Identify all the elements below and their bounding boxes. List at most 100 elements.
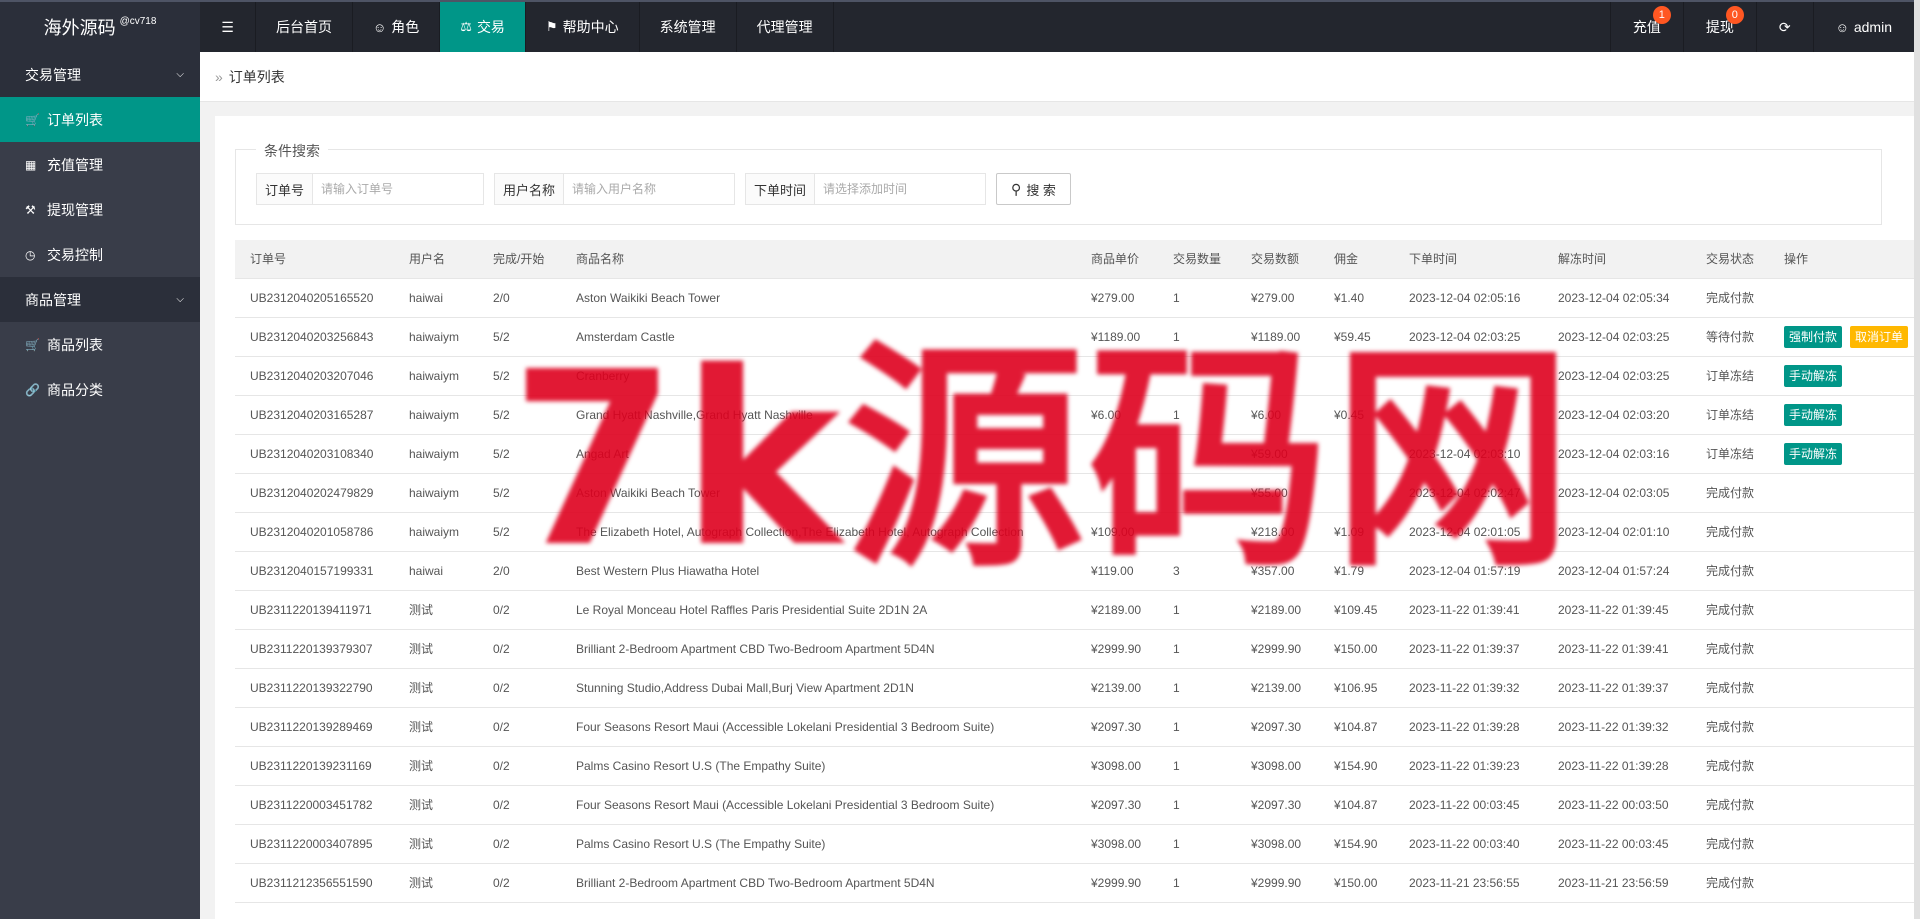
- table-cell: 1: [1158, 629, 1236, 669]
- search-legend: 条件搜索: [256, 141, 328, 161]
- table-row[interactable]: UB2312040157199331 haiwai 2/0 Best Western …: [235, 551, 1920, 591]
- manual-unfreeze-button[interactable]: 手动解冻: [1784, 364, 1843, 387]
- table-cell: ¥1.79: [1319, 551, 1394, 591]
- logo[interactable]: 海外源码 @cv718: [0, 2, 200, 52]
- nav-item-agent[interactable]: 代理管理: [737, 2, 834, 52]
- table-cell: 完成付款: [1691, 707, 1769, 747]
- sidebar-item-withdraw[interactable]: ⚒ 提现管理: [0, 187, 200, 232]
- sidebar-group-label: 商品管理: [25, 291, 81, 308]
- table-cell: 2023-11-22 01:39:41: [1543, 629, 1691, 669]
- table-cell: [1319, 473, 1394, 513]
- force-pay-button[interactable]: 强制付款: [1784, 325, 1843, 348]
- order-time-input[interactable]: [815, 174, 986, 204]
- table-row[interactable]: UB2311220139322790 测试 0/2 Stunning Studio,A…: [235, 668, 1920, 708]
- sidebar-toggle-button[interactable]: ☰: [200, 2, 256, 52]
- nav-item-role[interactable]: ☺ 角色: [353, 2, 441, 52]
- cancel-order-button[interactable]: 取消订单: [1850, 325, 1909, 348]
- table-row[interactable]: UB2312040203207046 haiwaiym 5/2 Cranberry 20…: [235, 356, 1920, 396]
- sidebar-group-goods[interactable]: 商品管理 ⌵: [0, 277, 200, 322]
- table-cell: 2023-11-22 00:03:45: [1394, 785, 1543, 825]
- table-cell: 0/2: [478, 629, 561, 669]
- table-cell: ¥0.45: [1319, 395, 1394, 435]
- table-cell: 0/2: [478, 707, 561, 747]
- table-row[interactable]: UB2311212356551590 测试 0/2 Brilliant 2-Bedro…: [235, 863, 1920, 903]
- top-nav-right: 充值 1 提现 0 ⟳ ☺ admin: [1609, 2, 1920, 52]
- table-row[interactable]: UB2312040205165520 haiwai 2/0 Aston Waikiki…: [235, 278, 1920, 318]
- table-cell: UB2312040203165287: [235, 395, 394, 435]
- table-cell: UB2311212356551590: [235, 863, 394, 903]
- table-row[interactable]: UB2311220003407895 测试 0/2 Palms Casino Reso…: [235, 824, 1920, 864]
- table-cell: 2023-11-22 01:39:41: [1394, 590, 1543, 630]
- user-menu[interactable]: ☺ admin: [1812, 2, 1920, 52]
- table-row[interactable]: UB2311220139289469 测试 0/2 Four Seasons Reso…: [235, 707, 1920, 747]
- sidebar-item-label: 商品分类: [47, 381, 103, 398]
- table-cell: 2023-12-04 02:03:05: [1543, 473, 1691, 513]
- nav-item-trade[interactable]: ⚖ 交易: [440, 2, 526, 52]
- table-cell: 测试: [394, 590, 478, 630]
- table-row[interactable]: UB2311220139379307 测试 0/2 Brilliant 2-Bedro…: [235, 629, 1920, 669]
- table-cell: ¥218.00: [1236, 512, 1319, 552]
- table-cell: UB2311220139231169: [235, 746, 394, 786]
- row-actions: 手动解冻: [1769, 356, 1920, 396]
- nav-item-help[interactable]: ⚑ 帮助中心: [526, 2, 640, 52]
- table-cell: ¥104.87: [1319, 785, 1394, 825]
- table-cell: UB2312040202479829: [235, 473, 394, 513]
- manual-unfreeze-button[interactable]: 手动解冻: [1784, 403, 1843, 426]
- table-cell: [1076, 473, 1158, 513]
- table-cell: ¥59.00: [1236, 434, 1319, 474]
- table-cell: 1: [1158, 590, 1236, 630]
- sidebar-item-order-list[interactable]: 🛒 订单列表: [0, 97, 200, 142]
- table-row[interactable]: UB2311220139411971 测试 0/2 Le Royal Monceau …: [235, 590, 1920, 630]
- table-cell: ¥1.40: [1319, 278, 1394, 318]
- table-cell: 1: [1158, 395, 1236, 435]
- sidebar-item-trade-control[interactable]: ◷ 交易控制: [0, 232, 200, 277]
- table-cell: 订单冻结: [1691, 395, 1769, 435]
- logo-sup: @cv718: [119, 15, 157, 27]
- sidebar-group-trade[interactable]: 交易管理 ⌵: [0, 52, 200, 97]
- sidebar-item-goods-list[interactable]: 🛒 商品列表: [0, 322, 200, 367]
- table-row[interactable]: UB2312040202479829 haiwaiym 5/2 Aston Waiki…: [235, 473, 1920, 513]
- table-row[interactable]: UB2311220003451782 测试 0/2 Four Seasons Reso…: [235, 785, 1920, 825]
- link-icon: 🔗: [25, 382, 40, 397]
- table-cell: 5/2: [478, 317, 561, 357]
- nav-item-label: 代理管理: [756, 19, 813, 35]
- table-cell: 完成付款: [1691, 629, 1769, 669]
- nav-item-system[interactable]: 系统管理: [640, 2, 737, 52]
- table-cell: ¥109.00: [1076, 512, 1158, 552]
- table-cell: haiwai: [394, 551, 478, 591]
- sidebar-item-recharge[interactable]: ▦ 充值管理: [0, 142, 200, 187]
- table-cell: 1: [1158, 785, 1236, 825]
- sidebar-item-goods-category[interactable]: 🔗 商品分类: [0, 367, 200, 412]
- table-cell: 0/2: [478, 668, 561, 708]
- table-row[interactable]: UB2312040201058786 haiwaiym 5/2 The Elizabe…: [235, 512, 1920, 552]
- table-row[interactable]: UB2312040203165287 haiwaiym 5/2 Grand Hyatt…: [235, 395, 1920, 435]
- refresh-button[interactable]: ⟳: [1755, 2, 1813, 52]
- table-cell: 2/0: [478, 278, 561, 318]
- table-cell: 2023-11-22 00:03:50: [1543, 785, 1691, 825]
- table-cell: UB2311220139289469: [235, 707, 394, 747]
- table-cell: Stunning Studio,Address Dubai Mall,Burj …: [561, 668, 1076, 708]
- table-cell: Le Royal Monceau Hotel Raffles Paris Pre…: [561, 590, 1076, 630]
- nav-item-label: 后台首页: [276, 19, 332, 35]
- table-row[interactable]: UB2312040203256843 haiwaiym 5/2 Amsterdam C…: [235, 317, 1920, 357]
- nav-item-label: 系统管理: [659, 19, 716, 35]
- withdraw-button[interactable]: 提现 0: [1682, 2, 1756, 52]
- recharge-button[interactable]: 充值 1: [1609, 2, 1683, 52]
- table-cell: The Elizabeth Hotel, Autograph Collectio…: [561, 512, 1076, 552]
- scrollbar[interactable]: [1914, 0, 1920, 919]
- manual-unfreeze-button[interactable]: 手动解冻: [1784, 442, 1843, 465]
- table-cell: 5/2: [478, 395, 561, 435]
- table-cell: 0/2: [478, 746, 561, 786]
- nav-item-home[interactable]: 后台首页: [256, 2, 353, 52]
- user-name-input[interactable]: [564, 174, 735, 204]
- table-cell: 2023-12-04 02:05:34: [1543, 278, 1691, 318]
- table-cell: ¥6.00: [1076, 395, 1158, 435]
- chevron-down-icon: ⌵: [176, 69, 184, 80]
- table-row[interactable]: UB2311220139231169 测试 0/2 Palms Casino Reso…: [235, 746, 1920, 786]
- search-button[interactable]: ⚲ 搜 索: [996, 173, 1071, 205]
- row-actions: [1769, 590, 1920, 630]
- table-cell: ¥2097.30: [1236, 785, 1319, 825]
- order-no-input[interactable]: [313, 174, 484, 204]
- table-row[interactable]: UB2312040203108340 haiwaiym 5/2 Angad Art ¥5…: [235, 434, 1920, 474]
- top-navbar: 海外源码 @cv718 ☰ 后台首页 ☺ 角色 ⚖ 交易 ⚑ 帮助中心 系统管理…: [0, 0, 1920, 52]
